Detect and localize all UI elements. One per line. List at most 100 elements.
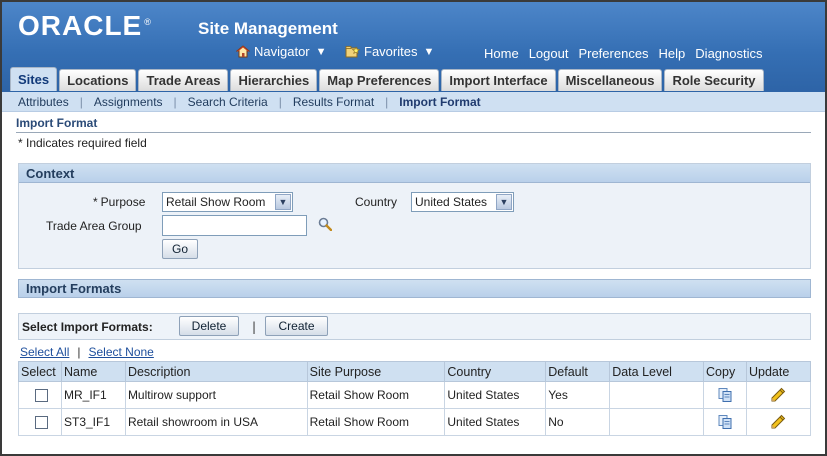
pencil-icon[interactable] [770, 414, 786, 430]
table-row: MR_IF1 Multirow support Retail Show Room… [18, 381, 812, 409]
favorites-menu[interactable]: Favorites ▼ [345, 44, 434, 59]
default-cell: No [545, 408, 611, 436]
column-header-description[interactable]: Description [124, 361, 308, 382]
subtab-search-criteria[interactable]: Search Criteria [188, 95, 268, 109]
column-header-default[interactable]: Default [545, 361, 611, 382]
column-header-select: Select [18, 361, 62, 382]
copy-icon[interactable] [717, 387, 733, 403]
table-header-row: Select Name Description Site Purpose Cou… [18, 361, 812, 382]
country-value: United States [415, 195, 488, 209]
subtab-results-format[interactable]: Results Format [293, 95, 374, 109]
tab-map-preferences[interactable]: Map Preferences [319, 69, 440, 91]
column-header-site-purpose[interactable]: Site Purpose [306, 361, 446, 382]
help-link[interactable]: Help [659, 46, 686, 61]
required-field-note: * Indicates required field [18, 136, 147, 150]
update-cell [745, 408, 812, 436]
subtab-import-format[interactable]: Import Format [399, 95, 480, 109]
search-icon[interactable] [318, 217, 332, 231]
app-title: Site Management [198, 19, 338, 38]
site-purpose-cell: Retail Show Room [306, 381, 446, 409]
select-all-link[interactable]: Select All [20, 345, 69, 359]
pencil-icon[interactable] [770, 387, 786, 403]
import-formats-table: Select Name Description Site Purpose Cou… [18, 361, 812, 436]
column-header-country[interactable]: Country [444, 361, 547, 382]
copy-icon[interactable] [717, 414, 733, 430]
name-cell: MR_IF1 [60, 381, 126, 409]
context-section: Context * Purpose Retail Show Room ▼ Coun… [18, 163, 811, 269]
select-cell [18, 381, 62, 409]
oracle-logo: ORACLE ® [18, 10, 152, 41]
row-checkbox[interactable] [35, 415, 48, 429]
chevron-down-icon: ▼ [275, 194, 291, 210]
required-star: * [93, 195, 98, 209]
import-formats-heading: Import Formats [18, 279, 811, 298]
subtab-separator: | [79, 94, 83, 109]
description-cell: Retail showroom in USA [124, 408, 308, 436]
column-header-data-level[interactable]: Data Level [609, 361, 705, 382]
column-header-update: Update [745, 361, 812, 382]
country-label: Country [355, 195, 398, 209]
data-level-cell [609, 381, 705, 409]
header-bar: ORACLE ® Site Management Navigator ▼ Favo… [2, 2, 825, 94]
country-select[interactable]: United States ▼ [411, 192, 514, 212]
subtab-separator: | [173, 94, 177, 109]
country-cell: United States [444, 381, 547, 409]
home-icon [236, 45, 250, 58]
description-cell: Multirow support [124, 381, 308, 409]
select-cell [18, 408, 62, 436]
context-heading: Context [19, 164, 810, 183]
import-formats-section: Import Formats Select Import Formats: De… [18, 279, 812, 437]
home-link[interactable]: Home [484, 46, 519, 61]
tab-import-interface[interactable]: Import Interface [441, 69, 556, 91]
selection-links: Select All | Select None [20, 345, 154, 359]
main-tabs: Sites Locations Trade Areas Hierarchies … [10, 67, 764, 91]
purpose-select[interactable]: Retail Show Room ▼ [162, 192, 293, 212]
tab-sites[interactable]: Sites [10, 67, 58, 91]
tab-miscellaneous[interactable]: Miscellaneous [557, 69, 663, 91]
country-cell: United States [444, 408, 547, 436]
tab-hierarchies[interactable]: Hierarchies [230, 69, 318, 91]
favorites-label: Favorites [364, 44, 418, 59]
chevron-down-icon: ▼ [496, 194, 512, 210]
subtab-separator: | [385, 94, 389, 109]
link-separator: | [77, 345, 81, 359]
toolbar-separator: | [252, 320, 257, 334]
favorites-icon [345, 46, 360, 58]
subtab-separator: | [278, 94, 282, 109]
purpose-label: * Purpose [93, 195, 146, 209]
default-cell: Yes [545, 381, 611, 409]
site-purpose-cell: Retail Show Room [306, 408, 446, 436]
tab-trade-areas[interactable]: Trade Areas [138, 69, 229, 91]
column-header-copy: Copy [703, 361, 747, 382]
create-button[interactable]: Create [265, 316, 328, 336]
preferences-link[interactable]: Preferences [578, 46, 648, 61]
app-window: ORACLE ® Site Management Navigator ▼ Favo… [0, 0, 827, 456]
global-links: Home Logout Preferences Help Diagnostics [484, 46, 763, 61]
table-row: ST3_IF1 Retail showroom in USA Retail Sh… [18, 408, 812, 436]
update-cell [745, 381, 812, 409]
copy-cell [703, 381, 747, 409]
select-import-formats-label: Select Import Formats: [22, 320, 153, 334]
delete-button[interactable]: Delete [179, 316, 239, 336]
row-checkbox[interactable] [35, 388, 48, 402]
name-cell: ST3_IF1 [60, 408, 126, 436]
tab-locations[interactable]: Locations [59, 69, 137, 91]
subtab-assignments[interactable]: Assignments [94, 95, 163, 109]
page-title: Import Format [16, 116, 811, 133]
navigator-label: Navigator [254, 44, 310, 59]
purpose-value: Retail Show Room [166, 195, 266, 209]
column-header-name[interactable]: Name [60, 361, 126, 382]
subtab-bar: Attributes | Assignments | Search Criter… [2, 92, 825, 112]
diagnostics-link[interactable]: Diagnostics [695, 46, 762, 61]
trade-area-group-input[interactable] [162, 215, 307, 236]
select-none-link[interactable]: Select None [88, 345, 153, 359]
data-level-cell [609, 408, 705, 436]
copy-cell [703, 408, 747, 436]
import-formats-toolbar: Select Import Formats: Delete | Create [18, 313, 811, 340]
tab-role-security[interactable]: Role Security [664, 69, 764, 91]
chevron-down-icon: ▼ [315, 45, 327, 58]
go-button[interactable]: Go [162, 239, 198, 259]
subtab-attributes[interactable]: Attributes [18, 95, 69, 109]
logout-link[interactable]: Logout [529, 46, 569, 61]
navigator-menu[interactable]: Navigator ▼ [236, 44, 327, 59]
